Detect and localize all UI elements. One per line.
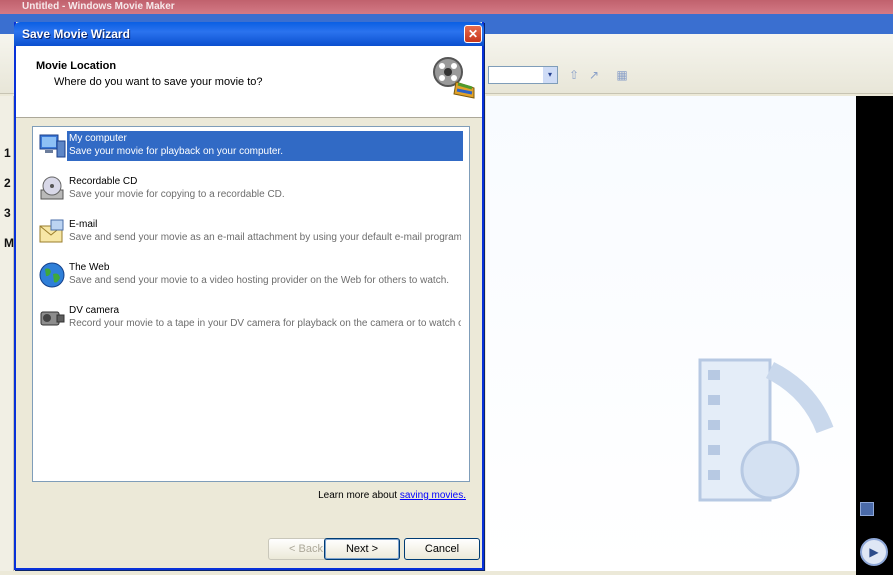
option-label: The Web xyxy=(69,262,110,273)
saving-movies-link[interactable]: saving movies. xyxy=(400,490,466,501)
computer-icon xyxy=(39,134,66,158)
option-text[interactable]: Recordable CD Save your movie for copyin… xyxy=(67,174,463,204)
step-number: 3 xyxy=(4,206,11,220)
wizard-step-title: Movie Location xyxy=(36,60,117,72)
step-number: 1 xyxy=(4,146,11,160)
option-description: Save your movie for copying to a recorda… xyxy=(69,189,285,200)
new-folder-icon[interactable]: ↗ xyxy=(586,67,602,83)
app-titlebar: Untitled - Windows Movie Maker xyxy=(0,0,893,14)
play-button[interactable]: ▶ xyxy=(860,538,888,566)
option-label: Recordable CD xyxy=(69,176,138,187)
close-icon: ✕ xyxy=(467,27,479,41)
option-text[interactable]: DV camera Record your movie to a tape in… xyxy=(67,303,463,333)
learn-more-text: Learn more about saving movies. xyxy=(318,490,466,501)
film-music-note-icon xyxy=(698,358,834,502)
wizard-step-subtitle: Where do you want to save your movie to? xyxy=(54,76,263,88)
option-label: E-mail xyxy=(69,219,98,230)
option-my-computer[interactable]: My computer Save your movie for playback… xyxy=(35,131,465,163)
option-recordable-cd[interactable]: Recordable CD Save your movie for copyin… xyxy=(35,174,465,206)
dialog-titlebar: Save Movie Wizard ✕ xyxy=(14,22,484,46)
cd-drive-icon xyxy=(40,176,64,200)
option-description: Record your movie to a tape in your DV c… xyxy=(69,318,461,329)
option-email[interactable]: E-mail Save and send your movie as an e-… xyxy=(35,217,465,249)
save-movie-wizard-dialog: Save Movie Wizard ✕ Movie Location Where… xyxy=(14,22,484,570)
cancel-button[interactable]: Cancel xyxy=(404,538,480,560)
option-label: My computer xyxy=(69,133,127,144)
option-dv-camera[interactable]: DV camera Record your movie to a tape in… xyxy=(35,303,465,335)
up-folder-icon[interactable]: ⇧ xyxy=(566,67,582,83)
save-location-list: My computer Save your movie for playback… xyxy=(32,126,470,482)
globe-icon xyxy=(39,262,65,288)
views-icon[interactable]: ▦ xyxy=(614,67,630,83)
option-description: Save and send your movie as an e-mail at… xyxy=(69,232,461,243)
dv-camera-icon xyxy=(40,311,65,326)
app-title: Untitled - Windows Movie Maker xyxy=(22,1,175,12)
step-number: 2 xyxy=(4,176,11,190)
option-label: DV camera xyxy=(69,305,120,316)
option-description: Save and send your movie to a video host… xyxy=(69,275,450,286)
learn-more-prefix: Learn more about xyxy=(318,490,398,501)
task-pane-edge xyxy=(0,96,14,571)
option-the-web[interactable]: The Web Save and send your movie to a vi… xyxy=(35,260,465,292)
chevron-down-icon[interactable]: ▾ xyxy=(543,67,557,83)
location-combo[interactable]: ▾ xyxy=(488,66,558,84)
close-button[interactable]: ✕ xyxy=(464,25,482,43)
preview-thumbnail[interactable] xyxy=(860,502,874,516)
task-letter: M xyxy=(4,236,14,250)
option-text[interactable]: My computer Save your movie for playback… xyxy=(67,131,463,161)
dialog-title: Save Movie Wizard xyxy=(22,27,130,41)
wizard-header: Movie Location Where do you want to save… xyxy=(16,46,482,118)
option-text[interactable]: E-mail Save and send your movie as an e-… xyxy=(67,217,463,247)
option-description: Save your movie for playback on your com… xyxy=(69,146,283,157)
next-button[interactable]: Next > xyxy=(324,538,400,560)
email-icon xyxy=(39,219,64,243)
option-text[interactable]: The Web Save and send your movie to a vi… xyxy=(67,260,463,290)
movie-reel-icon xyxy=(433,57,475,99)
